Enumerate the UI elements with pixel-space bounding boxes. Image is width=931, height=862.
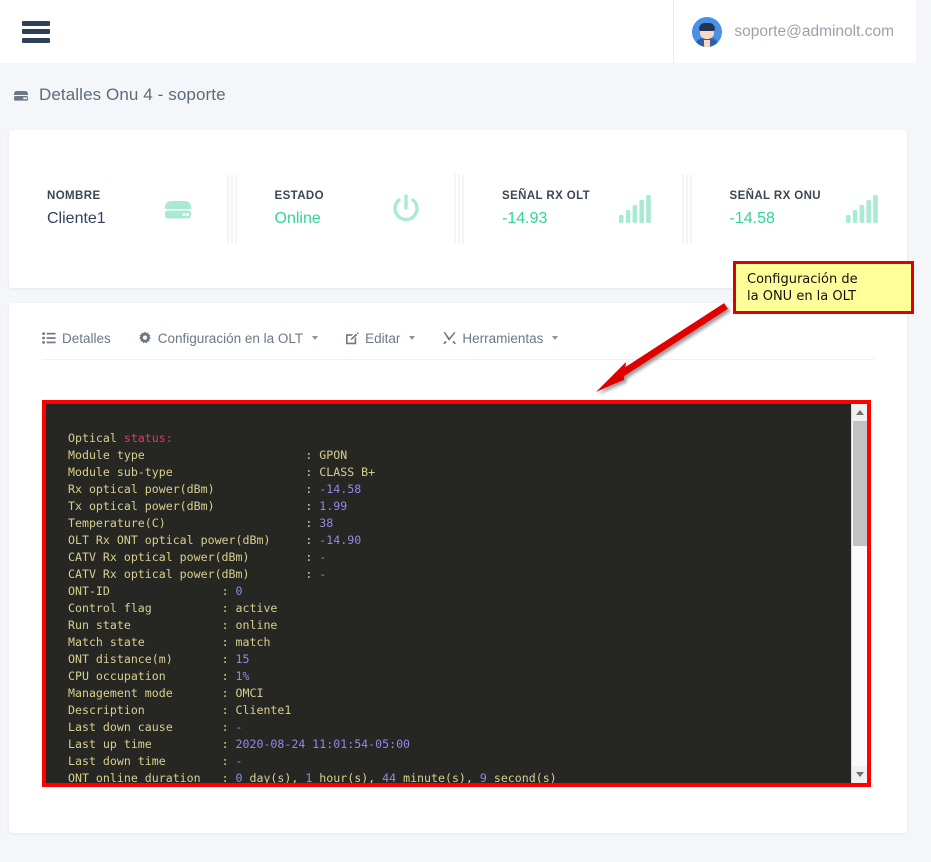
stat-senal-rx-olt: SEÑAL RX OLT -14.93 [464, 130, 680, 288]
gear-icon [138, 331, 152, 345]
annotation-callout: Configuración de la ONU en la OLT [733, 261, 914, 314]
server-icon [159, 193, 197, 225]
annotation-line-2: la ONU en la OLT [747, 288, 911, 305]
user-email-label: soporte@adminolt.com [734, 23, 894, 41]
top-navbar: soporte@adminolt.com [0, 0, 916, 63]
scrollbar-track[interactable] [852, 421, 868, 766]
pencil-square-icon [345, 331, 359, 345]
olt-config-output-box: Optical status: Module type : GPON Modul… [42, 400, 871, 787]
stat-value: Online [275, 210, 324, 228]
details-panel: Detalles Configuración en la OLT Editar [9, 303, 907, 833]
hamburger-menu-icon[interactable] [22, 21, 50, 43]
power-icon [388, 191, 424, 227]
tab-configuracion-en-la-olt[interactable]: Configuración en la OLT [138, 331, 318, 346]
scroll-up-arrow-icon[interactable] [852, 404, 868, 421]
stat-label: NOMBRE [47, 190, 106, 202]
hamburger-bar [22, 38, 50, 43]
terminal-line-header: status: [124, 431, 173, 445]
stat-estado: ESTADO Online [237, 130, 453, 288]
stat-divider [225, 174, 237, 244]
stat-label: SEÑAL RX OLT [502, 190, 590, 202]
tab-bar: Detalles Configuración en la OLT Editar [42, 330, 874, 360]
chevron-down-icon [552, 336, 558, 340]
stat-value: -14.58 [730, 210, 822, 228]
hamburger-bar [22, 21, 50, 26]
stat-value: -14.93 [502, 210, 590, 228]
list-icon [42, 332, 56, 344]
terminal-output: Optical status: Module type : GPON Modul… [46, 404, 851, 783]
scrollbar-thumb[interactable] [853, 421, 867, 546]
user-menu[interactable]: soporte@adminolt.com [673, 0, 916, 63]
page-title: Detalles Onu 4 - soporte [39, 85, 226, 105]
tab-label: Detalles [62, 331, 111, 346]
terminal-scrollbar[interactable] [851, 404, 867, 783]
tab-label: Herramientas [462, 331, 543, 346]
page-root: soporte@adminolt.com Detalles Onu 4 - so… [0, 0, 931, 862]
tab-editar[interactable]: Editar [345, 331, 415, 346]
stat-nombre: NOMBRE Cliente1 [9, 130, 225, 288]
stat-label: SEÑAL RX ONU [730, 190, 822, 202]
signal-bars-icon [618, 193, 652, 225]
scroll-down-arrow-icon[interactable] [852, 766, 868, 783]
page-title-bar: Detalles Onu 4 - soporte [0, 63, 916, 126]
annotation-line-1: Configuración de [747, 271, 911, 288]
stat-value: Cliente1 [47, 210, 106, 228]
stat-divider [680, 174, 692, 244]
tab-detalles[interactable]: Detalles [42, 331, 111, 346]
chevron-down-icon [409, 336, 415, 340]
tab-herramientas[interactable]: Herramientas [442, 331, 558, 346]
stat-label: ESTADO [275, 190, 324, 202]
chevron-down-icon [312, 336, 318, 340]
terminal-line-key: Optical [68, 431, 124, 445]
user-avatar-icon [692, 17, 722, 47]
hamburger-bar [22, 29, 50, 34]
tab-label: Configuración en la OLT [158, 331, 303, 346]
stat-divider [452, 174, 464, 244]
signal-bars-icon [845, 193, 879, 225]
wrench-tools-icon [442, 331, 456, 345]
server-icon [12, 87, 30, 103]
tab-label: Editar [365, 331, 400, 346]
